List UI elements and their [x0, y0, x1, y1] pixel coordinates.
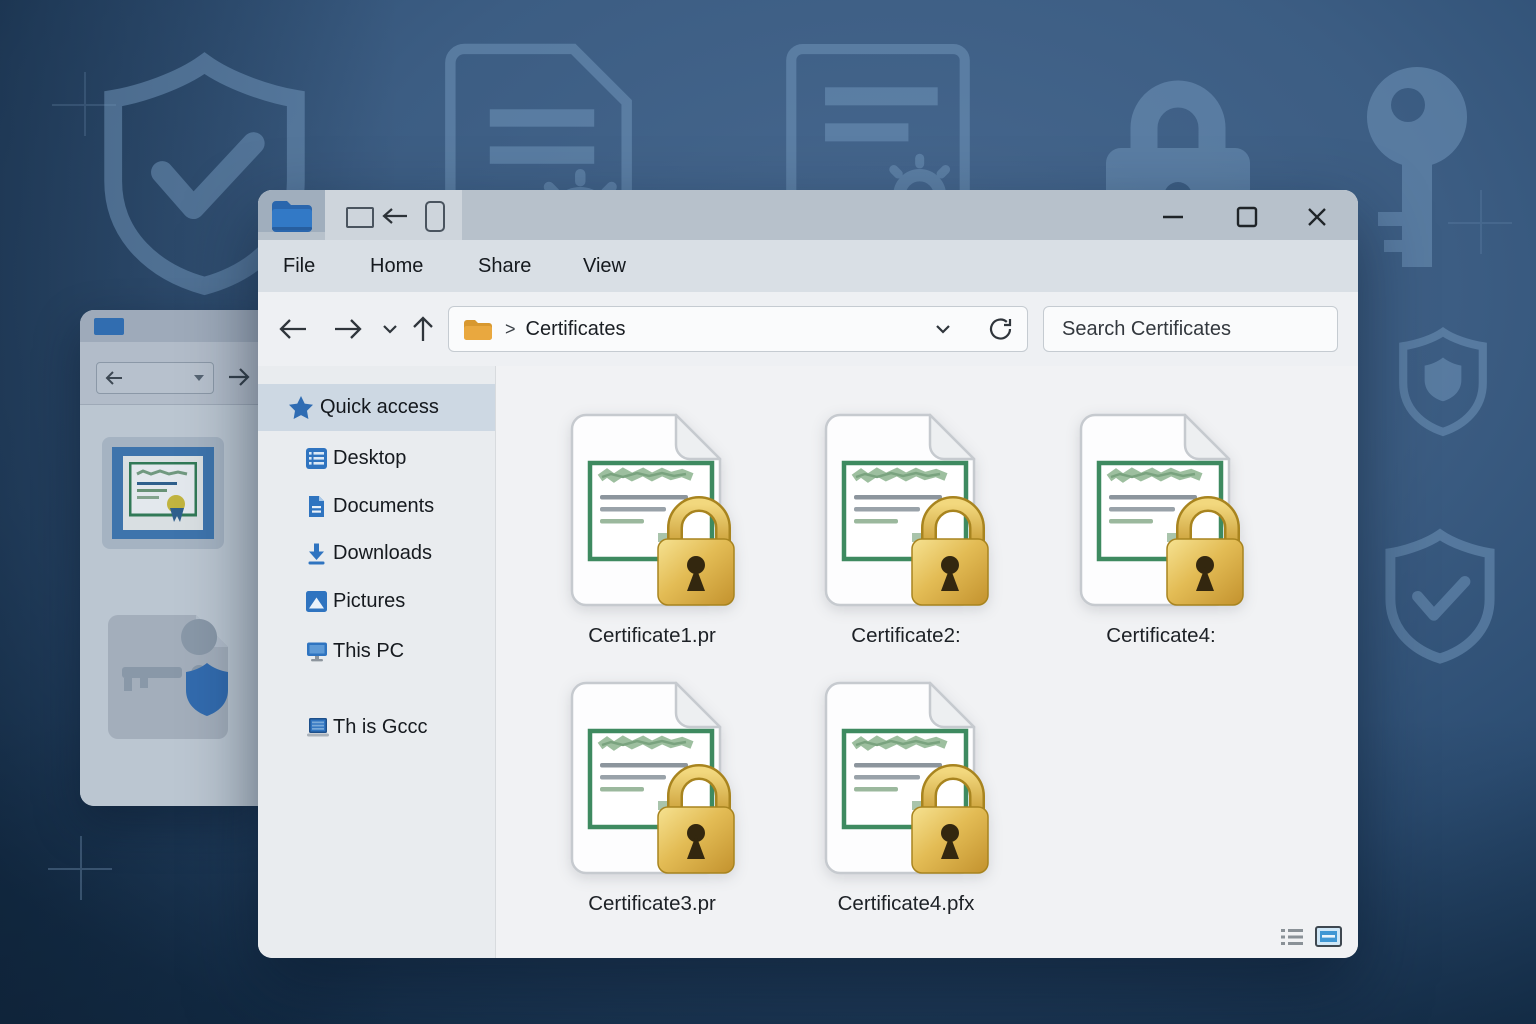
forward-arrow-icon [228, 368, 250, 386]
breadcrumb-separator: > [505, 319, 516, 340]
file-list-area[interactable]: Certificate1.pr [496, 366, 1358, 958]
back-arrow-icon[interactable] [382, 208, 408, 224]
search-input[interactable] [1058, 318, 1331, 341]
sidebar-item-label: Pictures [333, 577, 405, 625]
menu-home[interactable]: Home [370, 240, 423, 292]
address-bar[interactable]: > Certificates [448, 306, 1028, 352]
file-explorer-window: File Home Share View > Certificates [258, 190, 1358, 958]
shield-badge-icon [1392, 326, 1494, 446]
chevron-down-icon[interactable] [935, 324, 951, 334]
certificate-lock-file-icon [820, 679, 992, 877]
sidebar-item-label: Documents [333, 482, 434, 530]
blue-folder-icon [94, 318, 124, 335]
menu-share[interactable]: Share [478, 240, 531, 292]
minimize-button[interactable] [1159, 203, 1187, 231]
back-arrow-icon [105, 371, 123, 385]
file-name[interactable]: Certificate4: [1046, 624, 1276, 648]
file-name[interactable]: Certificate3.pr [537, 892, 767, 916]
titlebar-tab[interactable] [325, 190, 462, 240]
sidebar-item-label: Downloads [333, 529, 432, 577]
desktop-icon [305, 447, 328, 470]
maximize-button[interactable] [1233, 203, 1261, 231]
sidebar-item-label: This PC [333, 627, 404, 675]
phone-outline-icon[interactable] [425, 201, 445, 232]
forward-button[interactable] [334, 292, 362, 366]
certificate-seal-icon [102, 437, 224, 549]
file-name[interactable]: Certificate2: [791, 624, 1021, 648]
sidebar-item-label: Desktop [333, 434, 406, 482]
navigation-toolbar: > Certificates [258, 292, 1358, 367]
certificate-lock-file-icon [1075, 411, 1247, 609]
file-certificate1[interactable]: Certificate1.pr [537, 411, 767, 648]
background-window-content [80, 404, 266, 806]
sidebar-item-pictures[interactable]: Pictures [258, 577, 495, 625]
close-button[interactable] [1303, 203, 1331, 231]
folder-icon [463, 318, 493, 341]
plus-mark [48, 836, 112, 900]
file-name[interactable]: Certificate1.pr [537, 624, 767, 648]
download-icon [305, 542, 328, 565]
certificate-lock-file-icon [566, 679, 738, 877]
history-chevron-button[interactable] [382, 292, 398, 366]
menu-bar: File Home Share View [258, 240, 1358, 292]
pictures-icon [305, 590, 328, 613]
back-button[interactable] [279, 292, 307, 366]
sidebar-item-quick-access[interactable]: Quick access [258, 384, 495, 431]
file-name[interactable]: Certificate4.pfx [791, 892, 1021, 916]
shield-check-icon [1378, 528, 1502, 670]
window-body: Quick access Desktop Documents [258, 366, 1358, 958]
dropdown-triangle-icon [193, 374, 205, 382]
certificate-lock-file-icon [566, 411, 738, 609]
view-toggle-group [1281, 926, 1342, 947]
star-icon [288, 395, 314, 420]
laptop-icon [305, 716, 331, 739]
file-certificate4-pfx[interactable]: Certificate4.pfx [791, 679, 1021, 916]
sidebar-item-label: Quick access [320, 384, 439, 431]
sidebar-item-desktop[interactable]: Desktop [258, 434, 495, 482]
background-address-box [96, 362, 214, 394]
menu-view[interactable]: View [583, 240, 626, 292]
file-certificate2[interactable]: Certificate2: [791, 411, 1021, 648]
restore-square-icon[interactable] [346, 207, 374, 228]
document-icon [305, 495, 328, 518]
this-pc-icon [305, 640, 329, 663]
refresh-icon[interactable] [989, 317, 1013, 341]
background-window [80, 310, 266, 806]
key-icon [1342, 62, 1492, 277]
breadcrumb-location[interactable]: Certificates [526, 318, 626, 341]
menu-file[interactable]: File [283, 240, 315, 292]
sidebar-item-this-pc[interactable]: This PC [258, 627, 495, 675]
sidebar-item-this-gccc[interactable]: Th is Gccc [258, 703, 495, 751]
search-box [1043, 306, 1338, 352]
sidebar-item-label: Th is Gccc [333, 703, 427, 751]
sidebar-item-downloads[interactable]: Downloads [258, 529, 495, 577]
up-button[interactable] [412, 292, 434, 366]
details-view-icon[interactable] [1281, 928, 1303, 946]
blue-folder-icon [270, 199, 314, 232]
certificate-lock-file-icon [820, 411, 992, 609]
sidebar: Quick access Desktop Documents [258, 366, 496, 958]
file-certificate3[interactable]: Certificate3.pr [537, 679, 767, 916]
large-icons-view-icon[interactable] [1315, 926, 1342, 947]
file-certificate4a[interactable]: Certificate4: [1046, 411, 1276, 648]
key-shield-file-icon [104, 611, 246, 741]
sidebar-item-documents[interactable]: Documents [258, 482, 495, 530]
titlebar[interactable] [258, 190, 1358, 240]
